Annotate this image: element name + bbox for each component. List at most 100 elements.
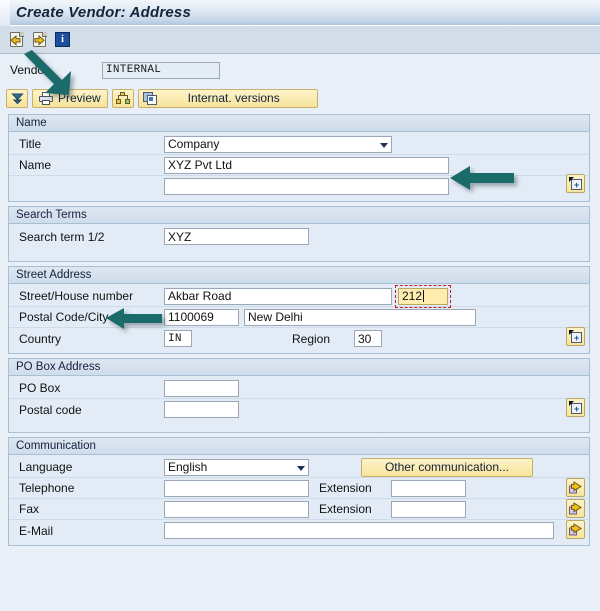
section-po-box: PO Box Address PO Box Postal code +: [8, 358, 590, 433]
preview-button[interactable]: Preview: [32, 89, 108, 108]
section-communication-body: Language English Other communication... …: [9, 455, 589, 545]
other-communication-button[interactable]: Other communication...: [361, 458, 533, 477]
info-button[interactable]: i: [54, 31, 71, 48]
title-label: Title: [19, 137, 164, 151]
fax-label: Fax: [19, 502, 164, 516]
row-telephone: Telephone Extension: [9, 478, 589, 499]
insert-line-icon: +: [569, 401, 582, 414]
search-term-label: Search term 1/2: [19, 230, 164, 244]
window-title-bar: Create Vendor: Address: [0, 0, 600, 26]
insert-line-icon: +: [569, 177, 582, 190]
telephone-input[interactable]: [164, 480, 309, 497]
section-name-body: Title Company Name +: [9, 132, 589, 201]
application-toolbar: i: [0, 26, 600, 54]
chevron-down-icon: [380, 143, 388, 148]
forward-button[interactable]: [31, 31, 48, 48]
hierarchy-icon: [116, 92, 130, 105]
section-search-terms-header: Search Terms: [9, 207, 589, 224]
row-postal-city: Postal Code/City: [9, 307, 589, 328]
po-box-insert-button[interactable]: +: [566, 398, 585, 417]
fax-input[interactable]: [164, 501, 309, 518]
information-icon: i: [55, 32, 70, 47]
document-forward-arrow-icon: [32, 32, 48, 48]
section-name-header: Name: [9, 115, 589, 132]
email-label: E-Mail: [19, 524, 164, 538]
goto-arrow-icon: [569, 502, 582, 515]
preview-button-label: Preview: [58, 91, 101, 105]
vendor-number-field[interactable]: INTERNAL: [102, 62, 220, 79]
region-input[interactable]: [354, 330, 382, 347]
row-title: Title Company: [9, 134, 589, 155]
section-po-box-header: PO Box Address: [9, 359, 589, 376]
postal-city-label: Postal Code/City: [19, 310, 164, 324]
po-postal-input[interactable]: [164, 401, 239, 418]
telephone-goto-button[interactable]: [566, 478, 585, 497]
internat-versions-label: Internat. versions: [188, 91, 280, 105]
internat-versions-button[interactable]: Internat. versions: [138, 89, 318, 108]
fax-extension-label: Extension: [319, 502, 391, 516]
back-button[interactable]: [8, 31, 25, 48]
street-insert-button[interactable]: +: [566, 327, 585, 346]
telephone-extension-label: Extension: [319, 481, 391, 495]
email-goto-button[interactable]: [566, 520, 585, 539]
language-dropdown[interactable]: English: [164, 459, 309, 476]
row-language: Language English Other communication...: [9, 457, 589, 478]
section-search-terms: Search Terms Search term 1/2: [8, 206, 590, 262]
country-input[interactable]: [164, 330, 192, 347]
row-street: Street/House number 212: [9, 286, 589, 307]
section-street-address: Street Address Street/House number 212 P…: [8, 266, 590, 354]
goto-arrow-icon: [569, 523, 582, 536]
search-term-input[interactable]: [164, 228, 309, 245]
vendor-row: Vendor INTERNAL: [0, 54, 600, 86]
goto-arrow-icon: [569, 481, 582, 494]
fax-goto-button[interactable]: [566, 499, 585, 518]
row-email: E-Mail: [9, 520, 589, 541]
sap-address-screen: Create Vendor: Address i Vendor: [0, 0, 600, 611]
row-search-term: Search term 1/2: [9, 226, 589, 247]
row-po-postal: Postal code: [9, 399, 589, 420]
title-dropdown[interactable]: Company: [164, 136, 392, 153]
row-po-box: PO Box: [9, 378, 589, 399]
row-fax: Fax Extension: [9, 499, 589, 520]
hierarchy-button[interactable]: [112, 89, 134, 108]
telephone-label: Telephone: [19, 481, 164, 495]
document-back-arrow-icon: [9, 32, 25, 48]
title-bar-left-rail: [0, 0, 10, 26]
name-line2-input[interactable]: [164, 178, 449, 195]
city-input[interactable]: [244, 309, 476, 326]
region-label: Region: [292, 332, 354, 346]
form-toolbar: Preview Internat. versions: [0, 86, 600, 110]
page-title: Create Vendor: Address: [10, 4, 191, 21]
section-search-terms-body: Search term 1/2: [9, 224, 589, 261]
name-input[interactable]: [164, 157, 449, 174]
house-number-input[interactable]: 212: [398, 288, 448, 305]
chevron-down-icon: [297, 466, 305, 471]
country-label: Country: [19, 332, 164, 346]
section-communication: Communication Language English Other com…: [8, 437, 590, 546]
name-label: Name: [19, 158, 164, 172]
vendor-label: Vendor: [10, 63, 102, 77]
email-input[interactable]: [164, 522, 554, 539]
row-country-region: Country Region: [9, 328, 589, 349]
street-label: Street/House number: [19, 289, 164, 303]
text-caret: [423, 290, 424, 302]
telephone-extension-input[interactable]: [391, 480, 466, 497]
printer-icon: [39, 92, 53, 105]
postal-code-input[interactable]: [164, 309, 239, 326]
section-po-box-body: PO Box Postal code +: [9, 376, 589, 432]
fax-extension-input[interactable]: [391, 501, 466, 518]
po-box-input[interactable]: [164, 380, 239, 397]
po-postal-label: Postal code: [19, 403, 164, 417]
language-dropdown-value: English: [168, 460, 207, 474]
section-street-address-header: Street Address: [9, 267, 589, 284]
street-input[interactable]: [164, 288, 392, 305]
section-street-address-body: Street/House number 212 Postal Code/City…: [9, 284, 589, 353]
house-number-value: 212: [402, 289, 422, 303]
insert-line-icon: +: [569, 330, 582, 343]
section-communication-header: Communication: [9, 438, 589, 455]
language-label: Language: [19, 460, 164, 474]
collapse-chevron-icon: [11, 92, 24, 105]
title-dropdown-value: Company: [168, 137, 219, 151]
collapse-all-button[interactable]: [6, 89, 28, 108]
name-insert-button[interactable]: +: [566, 174, 585, 193]
